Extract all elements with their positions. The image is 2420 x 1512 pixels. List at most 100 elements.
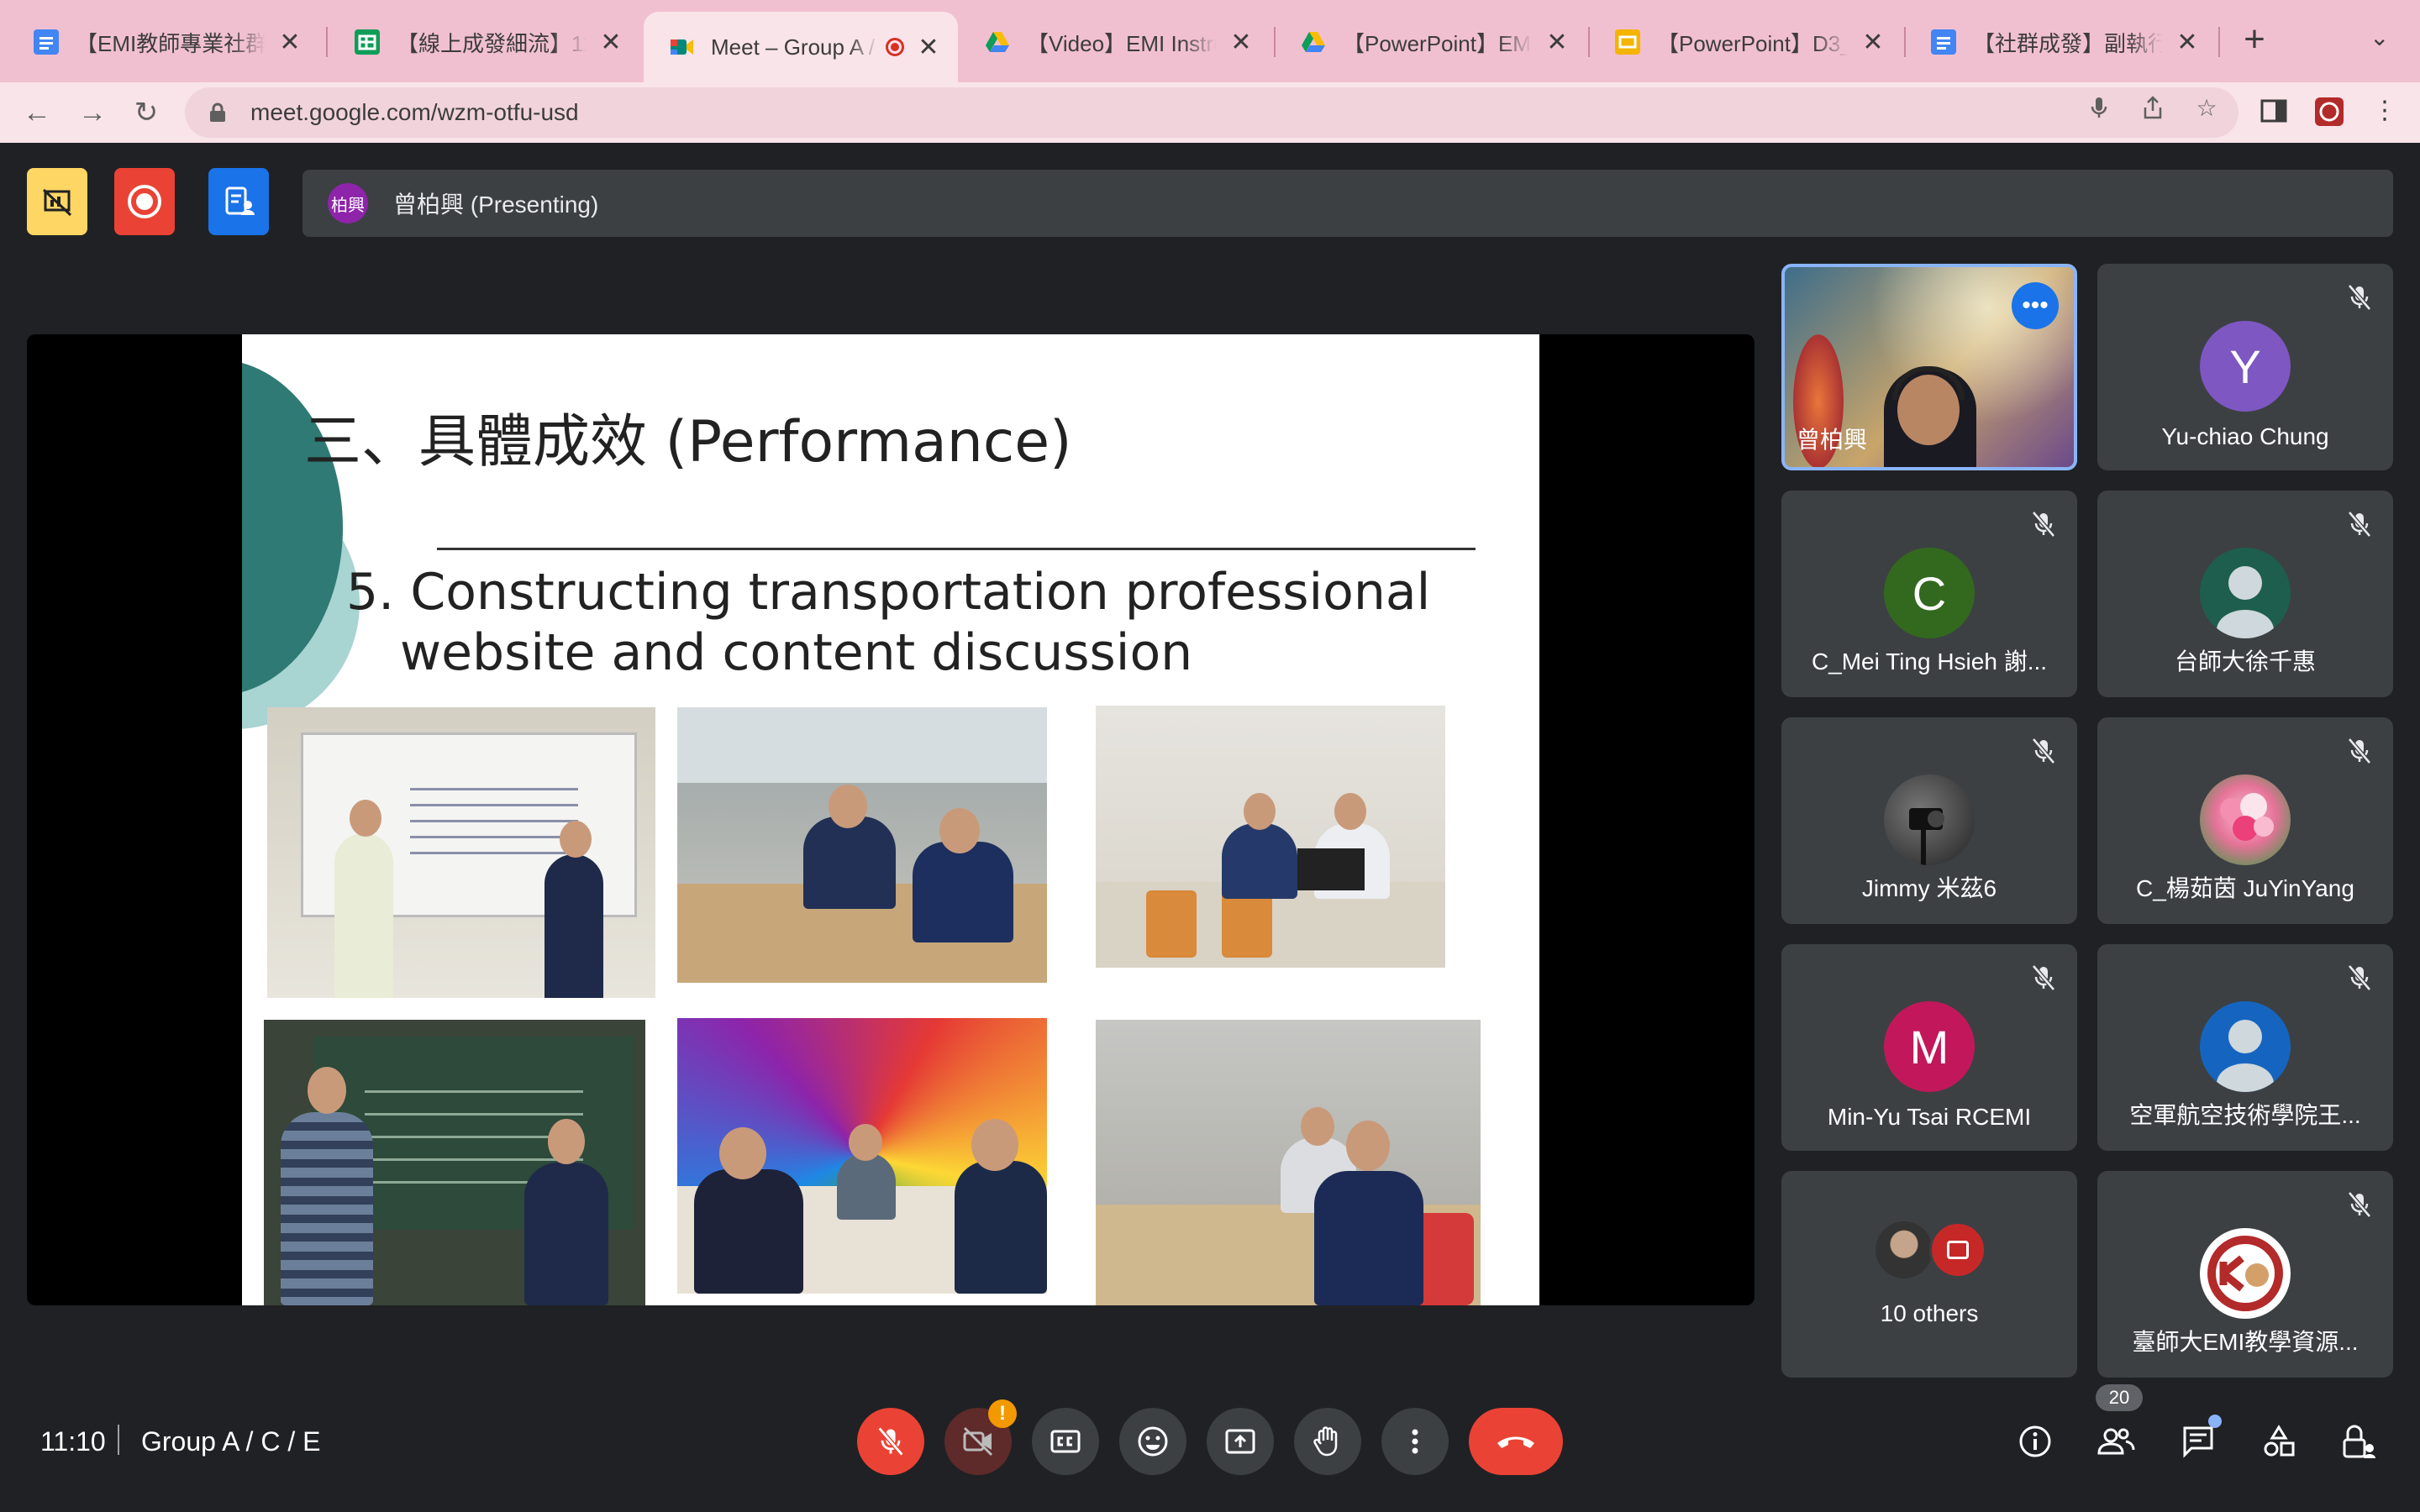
presenting-label: 曾柏興 (Presenting) — [393, 192, 599, 218]
google-sheets-icon — [355, 29, 380, 55]
tab-close-icon[interactable]: ✕ — [1860, 28, 1886, 57]
side-panel-icon[interactable] — [2257, 96, 2291, 129]
share-icon[interactable] — [2139, 94, 2166, 121]
tab-title: 【PowerPoint】EMI I — [1343, 30, 1533, 56]
browser-tab[interactable]: 【線上成發細流】112 ✕ — [329, 12, 640, 72]
tab-close-icon[interactable]: ✕ — [1228, 28, 1254, 57]
reactions-button[interactable] — [1119, 1408, 1186, 1475]
tab-title: 【社群成發】副執行長 — [1973, 30, 2163, 56]
browser-tab[interactable]: 【EMI教師專業社群】 ✕ — [8, 12, 319, 72]
info-icon — [2019, 1425, 2051, 1457]
tab-close-icon[interactable]: ✕ — [916, 33, 941, 62]
tab-title: 【EMI教師專業社群】 — [76, 30, 266, 56]
presenting-banner: 柏興 曾柏興 (Presenting) — [302, 170, 2393, 237]
chat-icon — [2183, 1426, 2213, 1458]
new-tab-plus-icon[interactable]: + — [2233, 18, 2275, 60]
mic-off-icon — [2348, 738, 2371, 764]
slide-subtitle: website and content discussion — [400, 623, 1193, 682]
google-drive-icon — [1301, 29, 1326, 55]
present-screen-button[interactable] — [1207, 1408, 1274, 1475]
closed-captions-icon — [1050, 1430, 1081, 1453]
browser-tab[interactable]: 【PowerPoint】EMI I ✕ — [1276, 12, 1586, 72]
organization-logo-icon — [2200, 1228, 2291, 1319]
tab-close-icon[interactable]: ✕ — [598, 28, 623, 57]
unread-dot — [2208, 1415, 2222, 1428]
participant-tile[interactable]: 台師大徐千惠 — [2097, 491, 2393, 697]
slide-photo — [677, 1018, 1047, 1294]
camera-toggle-button[interactable]: ! — [944, 1399, 1017, 1475]
host-controls-button[interactable] — [2336, 1418, 2383, 1465]
participant-tile-presenter[interactable]: ••• 曾柏興 — [1781, 264, 2077, 470]
meeting-details-button[interactable] — [2012, 1418, 2059, 1465]
tab-close-icon[interactable]: ✕ — [277, 28, 302, 57]
people-count-badge: 20 — [2096, 1384, 2143, 1411]
warning-badge-icon: ! — [988, 1399, 1017, 1428]
browser-toolbar: ← → ↻ meet.google.com/wzm-otfu-usd ☆ ⋮ — [0, 82, 2420, 143]
participant-name: Min-Yu Tsai RCEMI — [1827, 1104, 2032, 1130]
clock-divider — [118, 1425, 119, 1455]
extension-logo-icon[interactable] — [2312, 96, 2346, 129]
browser-tab[interactable]: 【PowerPoint】D3_ ✕ — [1590, 12, 1902, 72]
others-tile[interactable]: 10 others — [1781, 1171, 2077, 1378]
participant-tile[interactable]: C C_Mei Ting Hsieh 謝... — [1781, 491, 2077, 697]
slide-photo — [1096, 1020, 1481, 1305]
participant-name: C_楊茹茵 JuYinYang — [2136, 875, 2354, 901]
browser-tab-active[interactable]: Meet – Group A / ✕ — [644, 12, 958, 82]
tab-close-icon[interactable]: ✕ — [1544, 28, 1570, 57]
browser-menu-icon[interactable]: ⋮ — [2368, 96, 2402, 129]
address-bar[interactable]: meet.google.com/wzm-otfu-usd — [185, 87, 2238, 138]
microphone-icon[interactable] — [2086, 94, 2112, 121]
tab-title: 【Video】EMI Instruc — [1027, 30, 1217, 56]
leave-call-button[interactable] — [1469, 1408, 1563, 1475]
slide-divider — [437, 548, 1476, 550]
url-text: meet.google.com/wzm-otfu-usd — [250, 99, 579, 125]
participant-tile[interactable]: C_楊茹茵 JuYinYang — [2097, 717, 2393, 924]
host-lock-icon — [2343, 1425, 2375, 1458]
participant-tile[interactable]: M Min-Yu Tsai RCEMI — [1781, 944, 2077, 1151]
tab-separator — [326, 27, 328, 57]
bookmark-star-icon[interactable]: ☆ — [2193, 94, 2220, 121]
people-button[interactable]: 20 — [2092, 1384, 2143, 1465]
meet-app: 柏興 曾柏興 (Presenting) 三、具體成效 (Performance)… — [0, 143, 2420, 1512]
participant-name: 曾柏興 — [1797, 427, 1868, 453]
forward-arrow-icon[interactable]: → — [71, 91, 114, 134]
browser-tab[interactable]: 【Video】EMI Instruc ✕ — [960, 12, 1270, 72]
chat-button[interactable] — [2175, 1415, 2222, 1465]
hide-presentation-button[interactable] — [27, 168, 87, 235]
tab-search-chevron-icon[interactable]: ⌄ — [2370, 24, 2389, 51]
attendance-button[interactable] — [208, 168, 269, 235]
mic-off-icon — [2032, 511, 2055, 538]
clipboard-person-icon — [225, 186, 255, 215]
microphone-toggle-button[interactable] — [857, 1408, 924, 1475]
activities-button[interactable] — [2255, 1418, 2302, 1465]
lock-icon — [210, 102, 225, 122]
participant-tile[interactable]: 空軍航空技術學院王... — [2097, 944, 2393, 1151]
presentation-off-icon — [42, 188, 72, 217]
back-arrow-icon[interactable]: ← — [15, 91, 59, 134]
mic-off-icon — [2032, 964, 2055, 991]
meeting-name: Group A / C / E — [141, 1426, 321, 1457]
browser-tab[interactable]: 【社群成發】副執行長 ✕ — [1906, 12, 2217, 72]
participant-tile[interactable]: Y Yu-chiao Chung — [2097, 264, 2393, 470]
google-drive-icon — [985, 29, 1010, 55]
recording-button[interactable] — [114, 168, 175, 235]
participant-tile[interactable]: 臺師大EMI教學資源... — [2097, 1171, 2393, 1378]
hand-icon — [1313, 1426, 1338, 1457]
tab-close-icon[interactable]: ✕ — [2175, 28, 2200, 57]
hang-up-icon — [1497, 1436, 1534, 1448]
google-docs-icon — [34, 29, 59, 55]
mic-off-icon — [2032, 738, 2055, 764]
more-options-button[interactable] — [1381, 1408, 1449, 1475]
raise-hand-button[interactable] — [1294, 1408, 1361, 1475]
meeting-clock: 11:10 — [40, 1426, 106, 1457]
captions-button[interactable] — [1032, 1408, 1099, 1475]
reload-icon[interactable]: ↻ — [124, 91, 168, 134]
mic-off-icon — [2348, 511, 2371, 538]
participant-avatar: Y — [2200, 321, 2291, 412]
shapes-icon — [2264, 1425, 2295, 1457]
participant-tile[interactable]: Jimmy 米茲6 — [1781, 717, 2077, 924]
participant-name: Yu-chiao Chung — [2161, 423, 2329, 449]
more-options-icon[interactable]: ••• — [2012, 282, 2059, 329]
anonymous-avatar-icon — [2200, 548, 2291, 638]
anonymous-avatar-icon — [2200, 1001, 2291, 1092]
